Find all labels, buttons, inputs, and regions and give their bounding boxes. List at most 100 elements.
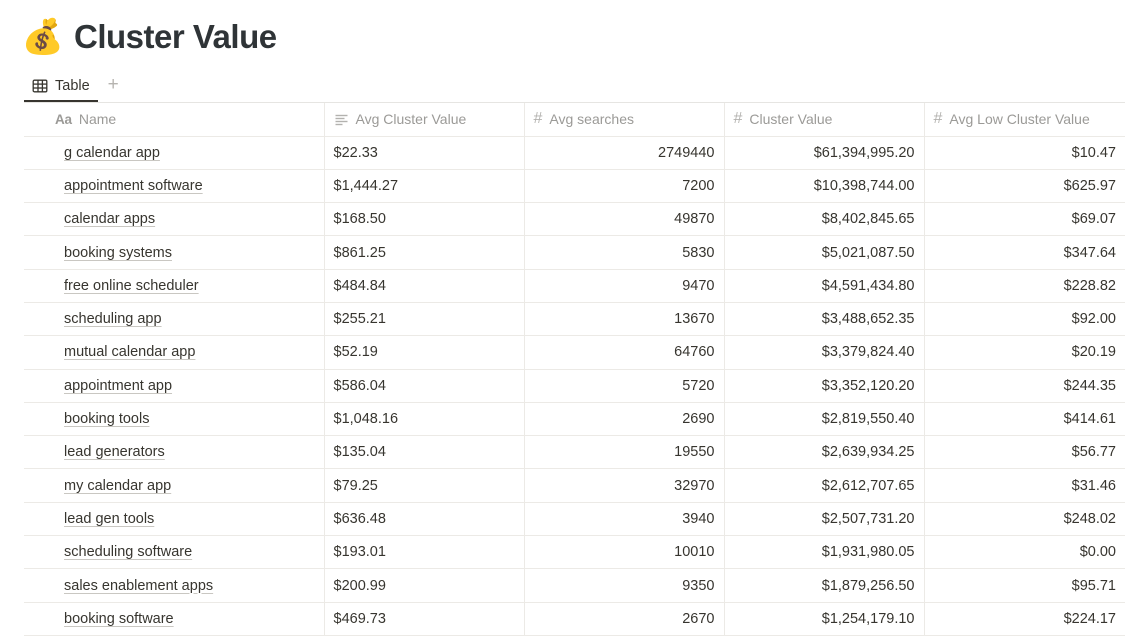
cell-cluster-value[interactable]: $1,931,980.05 bbox=[724, 536, 924, 569]
cell-avg-searches[interactable]: 64760 bbox=[524, 336, 724, 369]
cell-cluster-value[interactable]: $5,021,087.50 bbox=[724, 236, 924, 269]
cell-avg-searches[interactable]: 2670 bbox=[524, 602, 724, 635]
cell-avg-low-cluster-value[interactable]: $31.46 bbox=[924, 469, 1125, 502]
column-header-avg-cluster-value[interactable]: Avg Cluster Value bbox=[324, 103, 524, 136]
cell-avg-cluster-value[interactable]: $469.73 bbox=[324, 602, 524, 635]
cell-cluster-value[interactable]: $2,507,731.20 bbox=[724, 502, 924, 535]
table-row[interactable]: appointment software$1,444.277200$10,398… bbox=[24, 169, 1125, 202]
cell-name[interactable]: sales enablement apps bbox=[24, 569, 324, 602]
cell-name[interactable]: my calendar app bbox=[24, 469, 324, 502]
cell-avg-cluster-value[interactable]: $200.99 bbox=[324, 569, 524, 602]
cell-name[interactable]: booking systems bbox=[24, 236, 324, 269]
row-title-link[interactable]: my calendar app bbox=[64, 478, 171, 494]
cell-cluster-value[interactable]: $3,488,652.35 bbox=[724, 302, 924, 335]
cell-avg-low-cluster-value[interactable]: $95.71 bbox=[924, 569, 1125, 602]
row-title-link[interactable]: sales enablement apps bbox=[64, 578, 213, 594]
cell-cluster-value[interactable]: $3,379,824.40 bbox=[724, 336, 924, 369]
column-header-avg-searches[interactable]: # Avg searches bbox=[524, 103, 724, 136]
row-title-link[interactable]: mutual calendar app bbox=[64, 344, 195, 360]
cell-name[interactable]: free online scheduler bbox=[24, 269, 324, 302]
cell-name[interactable]: appointment software bbox=[24, 169, 324, 202]
cell-avg-low-cluster-value[interactable]: $10.47 bbox=[924, 136, 1125, 169]
table-row[interactable]: booking software $469.732670$1,254,179.10… bbox=[24, 602, 1125, 635]
cell-avg-low-cluster-value[interactable]: $228.82 bbox=[924, 269, 1125, 302]
cell-avg-cluster-value[interactable]: $255.21 bbox=[324, 302, 524, 335]
cell-avg-searches[interactable]: 9470 bbox=[524, 269, 724, 302]
column-header-avg-low-cluster-value[interactable]: # Avg Low Cluster Value bbox=[924, 103, 1125, 136]
row-title-link[interactable]: booking tools bbox=[64, 411, 149, 427]
cell-avg-low-cluster-value[interactable]: $20.19 bbox=[924, 336, 1125, 369]
table-row[interactable]: mutual calendar app$52.1964760$3,379,824… bbox=[24, 336, 1125, 369]
tab-table[interactable]: Table bbox=[24, 76, 98, 102]
cell-cluster-value[interactable]: $1,879,256.50 bbox=[724, 569, 924, 602]
cell-cluster-value[interactable]: $2,639,934.25 bbox=[724, 436, 924, 469]
cell-avg-searches[interactable]: 5720 bbox=[524, 369, 724, 402]
row-title-link[interactable]: calendar apps bbox=[64, 211, 155, 227]
cell-avg-low-cluster-value[interactable]: $92.00 bbox=[924, 302, 1125, 335]
cell-avg-searches[interactable]: 13670 bbox=[524, 302, 724, 335]
cell-avg-searches[interactable]: 32970 bbox=[524, 469, 724, 502]
cell-name[interactable]: lead generators bbox=[24, 436, 324, 469]
cell-avg-cluster-value[interactable]: $22.33 bbox=[324, 136, 524, 169]
cell-avg-low-cluster-value[interactable]: $625.97 bbox=[924, 169, 1125, 202]
cell-avg-cluster-value[interactable]: $1,048.16 bbox=[324, 402, 524, 435]
cell-cluster-value[interactable]: $1,254,179.10 bbox=[724, 602, 924, 635]
table-row[interactable]: lead generators $135.0419550$2,639,934.25… bbox=[24, 436, 1125, 469]
cell-name[interactable]: appointment app bbox=[24, 369, 324, 402]
cell-name[interactable]: calendar apps bbox=[24, 203, 324, 236]
cell-avg-cluster-value[interactable]: $135.04 bbox=[324, 436, 524, 469]
row-title-link[interactable]: appointment software bbox=[64, 178, 203, 194]
table-row[interactable]: booking systems $861.255830$5,021,087.50$… bbox=[24, 236, 1125, 269]
row-title-link[interactable]: lead gen tools bbox=[64, 511, 154, 527]
cell-avg-cluster-value[interactable]: $636.48 bbox=[324, 502, 524, 535]
cell-cluster-value[interactable]: $3,352,120.20 bbox=[724, 369, 924, 402]
cell-name[interactable]: booking software bbox=[24, 602, 324, 635]
cell-avg-cluster-value[interactable]: $79.25 bbox=[324, 469, 524, 502]
cell-avg-searches[interactable]: 3940 bbox=[524, 502, 724, 535]
money-bag-emoji[interactable]: 💰 bbox=[24, 18, 62, 56]
page-title[interactable]: Cluster Value bbox=[74, 19, 277, 55]
cell-avg-cluster-value[interactable]: $193.01 bbox=[324, 536, 524, 569]
cell-name[interactable]: scheduling software bbox=[24, 536, 324, 569]
cell-avg-searches[interactable]: 10010 bbox=[524, 536, 724, 569]
row-title-link[interactable]: lead generators bbox=[64, 444, 165, 460]
table-row[interactable]: scheduling software $193.0110010$1,931,98… bbox=[24, 536, 1125, 569]
row-title-link[interactable]: booking software bbox=[64, 611, 174, 627]
row-title-link[interactable]: booking systems bbox=[64, 245, 172, 261]
cell-name[interactable]: booking tools bbox=[24, 402, 324, 435]
add-view-button[interactable]: + bbox=[100, 73, 127, 102]
cell-name[interactable]: g calendar app bbox=[24, 136, 324, 169]
cell-avg-low-cluster-value[interactable]: $248.02 bbox=[924, 502, 1125, 535]
cell-cluster-value[interactable]: $61,394,995.20 bbox=[724, 136, 924, 169]
table-row[interactable]: sales enablement apps $200.999350$1,879,2… bbox=[24, 569, 1125, 602]
cell-avg-searches[interactable]: 7200 bbox=[524, 169, 724, 202]
cell-avg-low-cluster-value[interactable]: $414.61 bbox=[924, 402, 1125, 435]
row-title-link[interactable]: scheduling app bbox=[64, 311, 162, 327]
cell-avg-cluster-value[interactable]: $1,444.27 bbox=[324, 169, 524, 202]
cell-cluster-value[interactable]: $4,591,434.80 bbox=[724, 269, 924, 302]
cell-cluster-value[interactable]: $2,612,707.65 bbox=[724, 469, 924, 502]
cell-name[interactable]: lead gen tools bbox=[24, 502, 324, 535]
row-title-link[interactable]: free online scheduler bbox=[64, 278, 199, 294]
table-row[interactable]: lead gen tools $636.483940$2,507,731.20$2… bbox=[24, 502, 1125, 535]
cell-name[interactable]: mutual calendar app bbox=[24, 336, 324, 369]
table-row[interactable]: scheduling app $255.2113670$3,488,652.35$… bbox=[24, 302, 1125, 335]
cell-avg-cluster-value[interactable]: $861.25 bbox=[324, 236, 524, 269]
cell-avg-cluster-value[interactable]: $586.04 bbox=[324, 369, 524, 402]
row-title-link[interactable]: scheduling software bbox=[64, 544, 192, 560]
table-row[interactable]: appointment app$586.045720$3,352,120.20$… bbox=[24, 369, 1125, 402]
table-row[interactable]: booking tools$1,048.162690$2,819,550.40$… bbox=[24, 402, 1125, 435]
cell-avg-searches[interactable]: 9350 bbox=[524, 569, 724, 602]
table-row[interactable]: free online scheduler$484.849470$4,591,4… bbox=[24, 269, 1125, 302]
row-title-link[interactable]: g calendar app bbox=[64, 145, 160, 161]
column-header-cluster-value[interactable]: # Cluster Value bbox=[724, 103, 924, 136]
cell-avg-low-cluster-value[interactable]: $69.07 bbox=[924, 203, 1125, 236]
cell-avg-searches[interactable]: 2749440 bbox=[524, 136, 724, 169]
cell-avg-searches[interactable]: 49870 bbox=[524, 203, 724, 236]
cell-avg-low-cluster-value[interactable]: $347.64 bbox=[924, 236, 1125, 269]
cell-avg-searches[interactable]: 19550 bbox=[524, 436, 724, 469]
cell-avg-searches[interactable]: 5830 bbox=[524, 236, 724, 269]
cell-avg-searches[interactable]: 2690 bbox=[524, 402, 724, 435]
row-title-link[interactable]: appointment app bbox=[64, 378, 172, 394]
cell-avg-cluster-value[interactable]: $168.50 bbox=[324, 203, 524, 236]
